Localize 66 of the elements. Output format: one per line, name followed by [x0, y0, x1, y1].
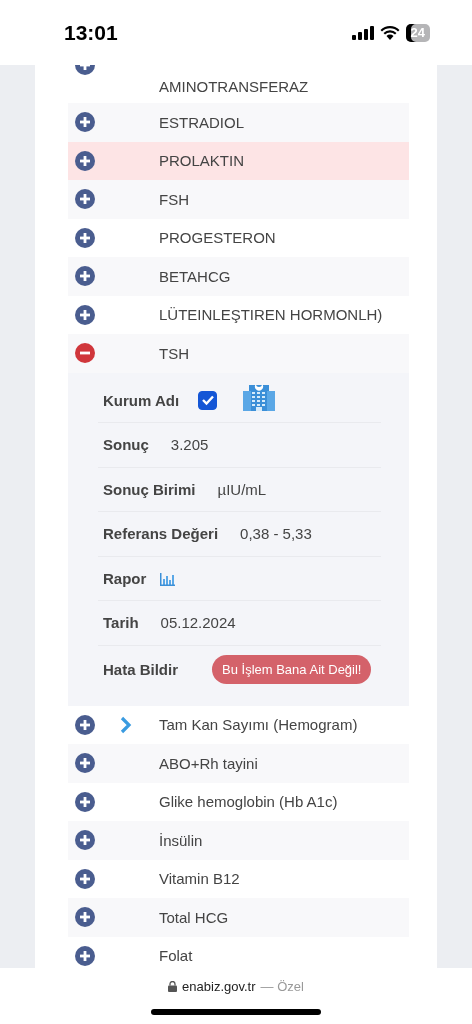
battery-icon: 24: [405, 23, 430, 42]
report-chart-icon[interactable]: [160, 570, 176, 586]
test-row[interactable]: ABO+Rh tayini: [68, 744, 409, 783]
field-label: Sonuç Birimi: [103, 480, 196, 498]
test-name: TSH: [159, 344, 189, 362]
signal-icon: [351, 25, 374, 40]
test-row[interactable]: ESTRADIOL: [68, 103, 409, 142]
field-label: Rapor: [103, 569, 147, 587]
expand-icon[interactable]: [75, 945, 95, 966]
test-row[interactable]: Glike hemoglobin (Hb A1c): [68, 782, 409, 821]
test-name: ESTRADIOL: [159, 113, 245, 131]
field-value: 0,38 - 5,33: [240, 525, 312, 543]
field-value: µIU/mL: [217, 480, 267, 498]
clock: 13:01: [64, 20, 118, 45]
field-label: Kurum Adı: [103, 391, 180, 409]
expand-icon[interactable]: [75, 791, 95, 812]
field-value: 3.205: [170, 436, 209, 454]
field-label: Tarih: [103, 614, 139, 632]
test-name: FSH: [159, 190, 189, 208]
test-name: Tam Kan Sayımı (Hemogram): [159, 716, 358, 734]
test-row[interactable]: Vitamin B12: [68, 859, 409, 898]
test-name: PROGESTERON: [159, 229, 276, 247]
test-name: PROLAKTIN: [159, 152, 245, 170]
test-row[interactable]: BETAHCG: [68, 257, 409, 296]
expand-icon[interactable]: [75, 150, 95, 171]
test-name: BETAHCG: [159, 267, 231, 285]
test-name: ABO+Rh tayini: [159, 754, 258, 772]
expand-icon[interactable]: [75, 868, 95, 889]
test-name: LÜTEINLEŞTIREN HORMONLH): [159, 306, 383, 324]
field-label: Referans Değeri: [103, 525, 219, 543]
test-row[interactable]: İnsülin: [68, 821, 409, 860]
expand-icon[interactable]: [75, 907, 95, 928]
expand-icon[interactable]: [75, 112, 95, 133]
test-row[interactable]: FSH: [68, 180, 409, 219]
private-label: — Özel: [260, 979, 304, 994]
test-row[interactable]: AMINOTRANSFERAZ: [68, 65, 409, 103]
test-row[interactable]: Total HCG: [68, 898, 409, 937]
test-name: Folat: [159, 947, 193, 965]
expand-icon[interactable]: [75, 189, 95, 210]
test-row[interactable]: Folat: [68, 936, 409, 968]
collapse-icon[interactable]: [75, 343, 95, 364]
lock-icon: [168, 981, 178, 992]
expand-icon[interactable]: [75, 830, 95, 851]
expand-icon[interactable]: [75, 753, 95, 774]
expand-icon[interactable]: [75, 266, 95, 287]
chevron-icon[interactable]: [119, 715, 132, 734]
test-row[interactable]: Tam Kan Sayımı (Hemogram): [68, 705, 409, 744]
test-row[interactable]: TSH: [68, 334, 409, 373]
test-row[interactable]: LÜTEINLEŞTIREN HORMONLH): [68, 295, 409, 334]
expand-icon[interactable]: [75, 227, 95, 248]
test-name: Vitamin B12: [159, 870, 240, 888]
test-row[interactable]: PROGESTERON: [68, 218, 409, 257]
test-name: İnsülin: [159, 831, 203, 849]
test-row[interactable]: PROLAKTIN: [68, 141, 409, 180]
test-name: Total HCG: [159, 908, 229, 926]
expand-icon[interactable]: [75, 304, 95, 325]
report-error-button[interactable]: Bu İşlem Bana Ait Değil!: [212, 655, 372, 684]
wifi-icon: [379, 25, 400, 40]
test-name: AMINOTRANSFERAZ: [159, 78, 309, 95]
checkbox[interactable]: [198, 390, 218, 410]
test-name: Glike hemoglobin (Hb A1c): [159, 793, 338, 811]
field-label: Hata Bildir: [103, 661, 178, 678]
field-label: Sonuç: [103, 436, 149, 454]
domain-text[interactable]: enabiz.gov.tr: [182, 979, 256, 994]
expand-icon[interactable]: [75, 714, 95, 735]
field-value: 05.12.2024: [160, 614, 236, 632]
